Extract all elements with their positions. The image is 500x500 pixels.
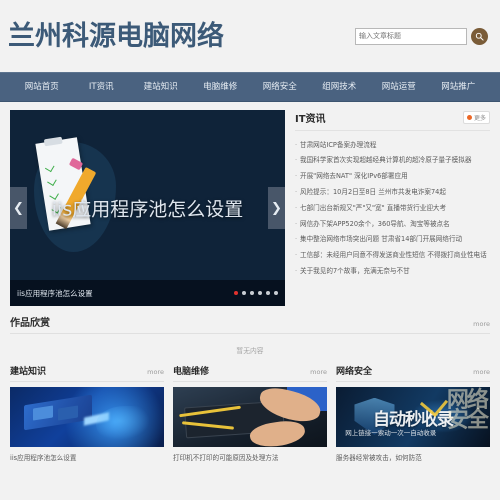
- site-logo[interactable]: 兰州科源电脑网络: [8, 23, 224, 50]
- carousel-prev-button[interactable]: ❮: [10, 187, 27, 229]
- news-list-item[interactable]: 甘肃网站ICP备案办理流程: [295, 137, 490, 153]
- category-column-2: 网络安全 more 自动秒收录 网上链接一索动一次一自动收录 网络 安全服务器经常被攻击，…: [336, 364, 490, 462]
- column-title: 建站知识: [10, 367, 47, 377]
- column-header: 网络安全 more: [336, 364, 490, 382]
- hero-carousel[interactable]: iis应用程序池怎么设置 ❮ ❯ iis应用程序池怎么设置: [10, 110, 285, 306]
- checkmark-icon: [47, 176, 57, 187]
- works-header: 作品欣赏 more: [10, 314, 490, 334]
- search-icon: [475, 32, 484, 41]
- nav-item-1[interactable]: IT资讯: [72, 73, 132, 101]
- news-list-item[interactable]: 关于我见的7个故事，充满无奈与不甘: [295, 263, 490, 279]
- nav-item-3[interactable]: 电脑维修: [191, 73, 251, 101]
- carousel-dot-1[interactable]: [242, 291, 246, 295]
- carousel-dot-0[interactable]: [234, 291, 238, 295]
- news-more-label: 更多: [473, 115, 486, 122]
- news-title: IT资讯: [295, 114, 326, 125]
- news-panel: IT资讯 更多 甘肃网站ICP备案办理流程我国科学家首次实现超越经典计算机的超冷…: [293, 110, 490, 306]
- nav-item-7[interactable]: 网站推广: [429, 73, 489, 101]
- search-area: [355, 27, 488, 45]
- carousel-caption: iis应用程序池怎么设置: [17, 288, 93, 298]
- site-header: 兰州科源电脑网络: [0, 0, 500, 72]
- carousel-slide-title: iis应用程序池怎么设置: [51, 198, 244, 221]
- news-list-item[interactable]: 风险提示：10月2日至8日 兰州市共发电诈案74起: [295, 184, 490, 200]
- works-empty-text: 暂无内容: [236, 347, 264, 355]
- column-article-caption[interactable]: 打印机不打印的可能原因及处理方法: [173, 452, 327, 462]
- column-article-caption[interactable]: 服务器经常被攻击，如何防范: [336, 452, 490, 462]
- news-list-item[interactable]: 开展"网络去NAT" 深化IPv6部署应用: [295, 169, 490, 185]
- carousel-dot-3[interactable]: [258, 291, 262, 295]
- glowing-hand: [96, 406, 155, 444]
- page-root: 兰州科源电脑网络 网站首页IT资讯建站知识电脑维修网络安全组网技术网站运营网站推…: [0, 0, 500, 500]
- column-more-link[interactable]: more: [310, 368, 327, 376]
- carousel-caption-bar: iis应用程序池怎么设置: [10, 280, 285, 306]
- category-column-1: 电脑维修 more 打印机不打印的可能原因及处理方法: [173, 364, 327, 462]
- news-more-button[interactable]: 更多: [462, 111, 490, 124]
- nav-item-0[interactable]: 网站首页: [12, 73, 72, 101]
- dot-icon: [466, 115, 472, 120]
- nav-item-4[interactable]: 网络安全: [250, 73, 310, 101]
- clipboard-clip: [43, 136, 63, 147]
- column-more-link[interactable]: more: [147, 368, 164, 376]
- column-more-link[interactable]: more: [473, 368, 490, 376]
- carousel-dot-2[interactable]: [250, 291, 254, 295]
- news-list-item[interactable]: 网信办下架APP520余个，360导航、淘宝等被点名: [295, 216, 490, 232]
- category-column-0: 建站知识 more iis应用程序池怎么设置: [10, 364, 164, 462]
- category-columns: 建站知识 more iis应用程序池怎么设置 电脑维修 more 打印机不打印的可能原因及…: [10, 364, 490, 462]
- news-list-item[interactable]: 工信部：未经用户同意不得发送商业性短信 不得拨打商业性电话: [295, 247, 490, 263]
- checkmark-icon: [44, 162, 55, 173]
- building-knowledge-thumbnail[interactable]: [10, 387, 164, 447]
- nav-item-2[interactable]: 建站知识: [131, 73, 191, 101]
- news-list-item[interactable]: 集中整治网络市场突出问题 甘肃省14部门开展网络行动: [295, 232, 490, 248]
- news-header: IT资讯 更多: [295, 110, 490, 131]
- nav-item-6[interactable]: 网站运营: [369, 73, 429, 101]
- column-article-caption[interactable]: iis应用程序池怎么设置: [10, 452, 164, 462]
- shield-icon: [354, 397, 395, 435]
- carousel-dot-5[interactable]: [274, 291, 278, 295]
- carousel-dot-4[interactable]: [266, 291, 270, 295]
- works-section: 作品欣赏 more 暂无内容: [10, 314, 490, 362]
- news-list-item[interactable]: 我国科学家首次实现超越经典计算机的超冷原子量子模拟器: [295, 153, 490, 169]
- computer-repair-thumbnail[interactable]: [173, 387, 327, 447]
- news-list: 甘肃网站ICP备案办理流程我国科学家首次实现超越经典计算机的超冷原子量子模拟器开…: [295, 137, 490, 279]
- works-title: 作品欣赏: [10, 318, 50, 329]
- glow: [409, 399, 475, 433]
- column-title: 电脑维修: [173, 367, 210, 377]
- carousel-dots: [234, 291, 278, 295]
- column-title: 网络安全: [336, 367, 373, 377]
- top-content-area: iis应用程序池怎么设置 ❮ ❯ iis应用程序池怎么设置 IT资讯 更多 甘肃…: [0, 102, 500, 306]
- works-more-link[interactable]: more: [473, 320, 490, 328]
- news-list-item[interactable]: 七部门出台新规又"严"又"宽" 直播带货行业迎大考: [295, 200, 490, 216]
- search-button[interactable]: [471, 27, 488, 45]
- column-header: 建站知识 more: [10, 364, 164, 382]
- carousel-next-button[interactable]: ❯: [268, 187, 285, 229]
- network-security-thumbnail[interactable]: 自动秒收录 网上链接一索动一次一自动收录 网络 安全: [336, 387, 490, 447]
- column-header: 电脑维修 more: [173, 364, 327, 382]
- nav-item-5[interactable]: 组网技术: [310, 73, 370, 101]
- search-input[interactable]: [355, 27, 467, 45]
- main-navigation: 网站首页 IT资讯 建站知识 电脑维修 网络安全 组网技术 网站运营 网站推广: [0, 72, 500, 102]
